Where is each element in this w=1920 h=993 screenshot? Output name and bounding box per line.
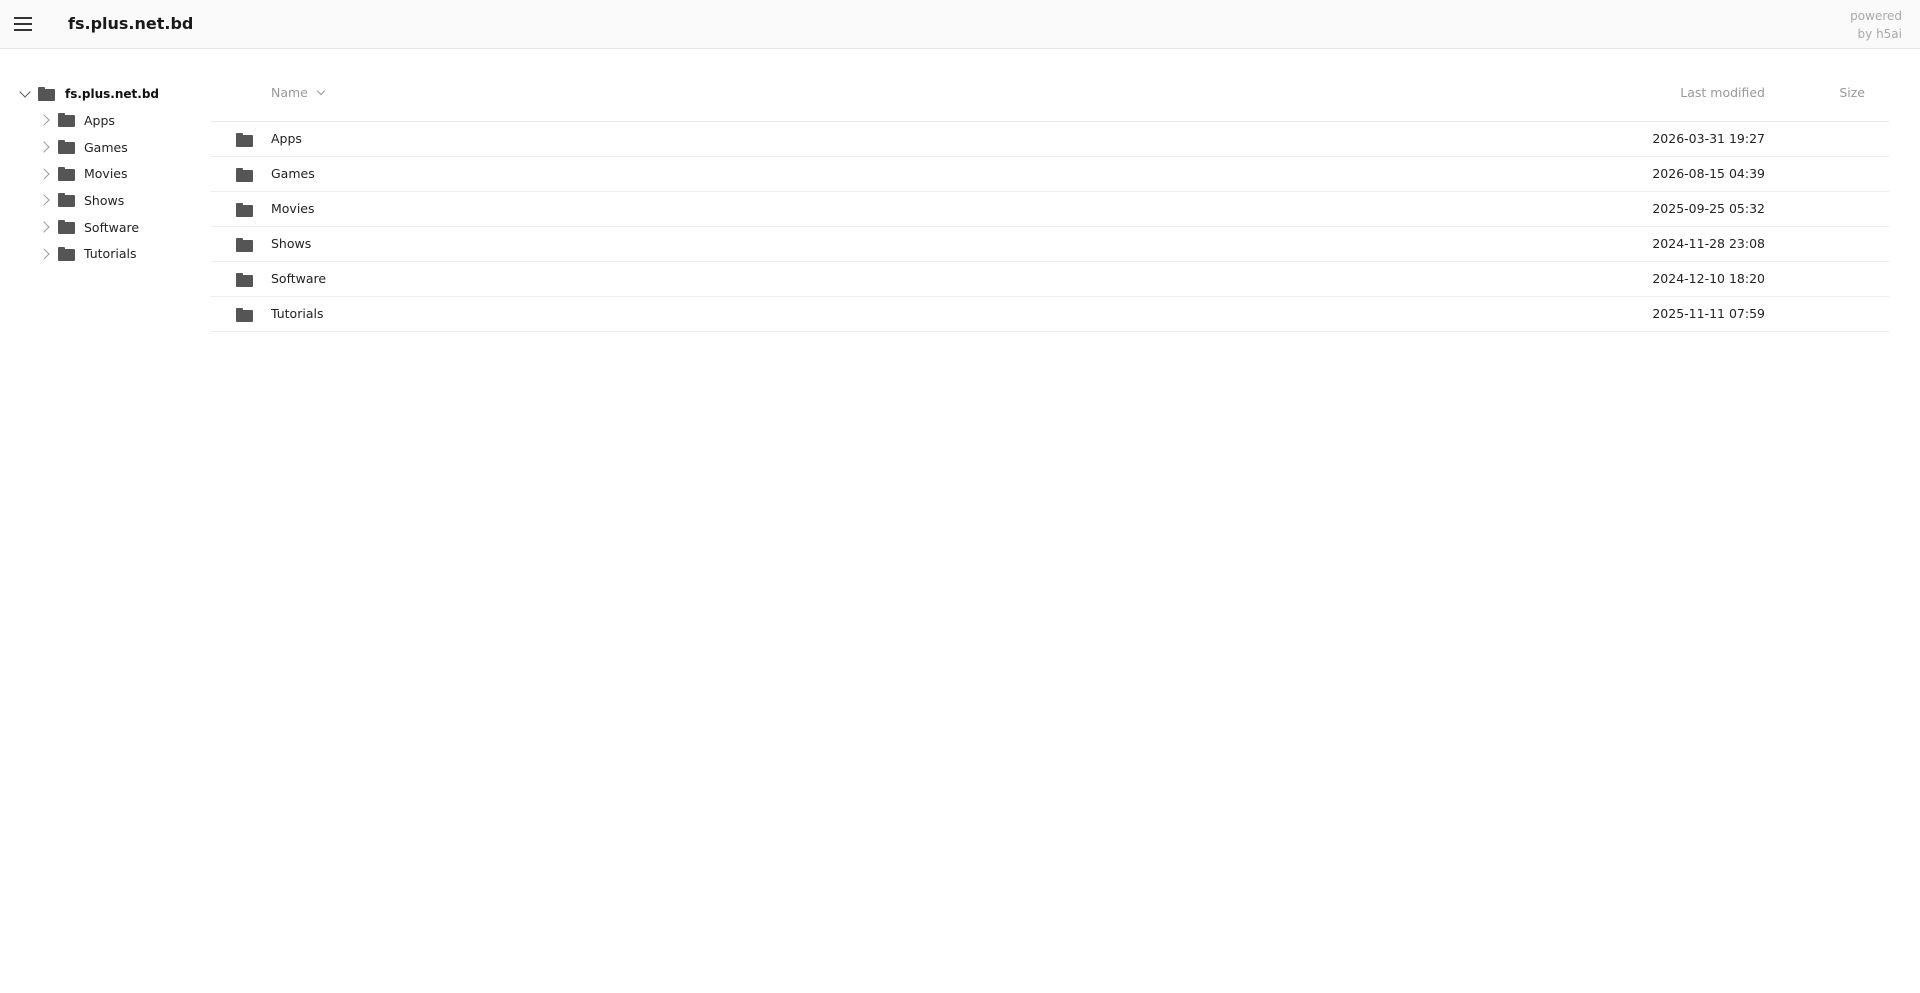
tree-item-label: Shows — [84, 192, 125, 208]
folder-icon — [236, 203, 253, 217]
row-name[interactable]: Games — [271, 166, 315, 181]
sort-by-name-header[interactable]: Name — [271, 85, 326, 100]
chevron-right-icon[interactable] — [38, 247, 52, 261]
folder-icon — [58, 166, 75, 181]
sort-by-modified-header[interactable]: Last modified — [1680, 85, 1765, 100]
table-row[interactable]: Shows 2024-11-28 23:08 — [211, 227, 1889, 262]
folder-icon — [236, 273, 253, 287]
row-modified: 2026-03-31 19:27 — [1652, 131, 1765, 146]
row-name[interactable]: Software — [271, 271, 326, 286]
folder-icon — [236, 308, 253, 322]
tree-root-label: fs.plus.net.bd — [65, 87, 160, 101]
folder-icon — [58, 220, 75, 235]
folder-icon — [236, 168, 253, 182]
tree-root[interactable]: fs.plus.net.bd — [18, 84, 159, 104]
chevron-right-icon[interactable] — [38, 113, 52, 127]
row-name[interactable]: Apps — [271, 131, 302, 146]
folder-icon — [236, 238, 253, 252]
row-name[interactable]: Movies — [271, 201, 315, 216]
name-header-label: Name — [271, 85, 308, 100]
powered-by-link[interactable]: powered by h5ai — [1822, 7, 1902, 43]
row-modified: 2025-09-25 05:32 — [1652, 201, 1765, 216]
folder-icon — [236, 133, 253, 147]
chevron-right-icon[interactable] — [38, 193, 52, 207]
tree-item-software[interactable]: Software — [38, 214, 139, 241]
hamburger-menu-icon[interactable] — [12, 14, 34, 34]
tree-item-label: Movies — [84, 166, 128, 182]
tree-item-shows[interactable]: Shows — [38, 187, 139, 214]
chevron-right-icon[interactable] — [38, 140, 52, 154]
tree-item-apps[interactable]: Apps — [38, 107, 139, 134]
table-row[interactable]: Games 2026-08-15 04:39 — [211, 157, 1889, 192]
sort-chevron-down-icon — [316, 88, 326, 98]
folder-icon — [58, 246, 75, 261]
table-row[interactable]: Tutorials 2025-11-11 07:59 — [211, 297, 1889, 332]
chevron-right-icon[interactable] — [38, 220, 52, 234]
tree-item-tutorials[interactable]: Tutorials — [38, 240, 139, 267]
list-header: Name Last modified Size — [211, 80, 1889, 122]
powered-line-2: by h5ai — [1857, 27, 1902, 41]
file-list: Name Last modified Size Apps 2026-03-31 … — [211, 80, 1889, 332]
tree-item-games[interactable]: Games — [38, 134, 139, 161]
folder-icon — [58, 140, 75, 155]
chevron-down-icon[interactable] — [18, 87, 32, 101]
top-bar: fs.plus.net.bd powered by h5ai — [0, 0, 1920, 49]
row-modified: 2024-12-10 18:20 — [1652, 271, 1765, 286]
tree-item-movies[interactable]: Movies — [38, 160, 139, 187]
table-row[interactable]: Movies 2025-09-25 05:32 — [211, 192, 1889, 227]
row-name[interactable]: Shows — [271, 236, 311, 251]
folder-icon — [58, 193, 75, 208]
tree-item-label: Games — [84, 139, 128, 155]
folder-icon — [58, 113, 75, 128]
folder-icon — [38, 87, 55, 101]
tree-children: Apps Games Movies Shows Software Tutoria… — [38, 107, 139, 267]
chevron-right-icon[interactable] — [38, 167, 52, 181]
tree-item-label: Tutorials — [84, 246, 137, 262]
tree-item-label: Apps — [84, 112, 115, 128]
sort-by-size-header[interactable]: Size — [1839, 85, 1865, 100]
row-modified: 2024-11-28 23:08 — [1652, 236, 1765, 251]
row-name[interactable]: Tutorials — [271, 306, 323, 321]
page-title: fs.plus.net.bd — [68, 14, 194, 33]
row-modified: 2025-11-11 07:59 — [1652, 306, 1765, 321]
table-row[interactable]: Software 2024-12-10 18:20 — [211, 262, 1889, 297]
row-modified: 2026-08-15 04:39 — [1652, 166, 1765, 181]
powered-line-1: powered — [1850, 9, 1902, 23]
tree-item-label: Software — [84, 219, 140, 235]
table-row[interactable]: Apps 2026-03-31 19:27 — [211, 122, 1889, 157]
